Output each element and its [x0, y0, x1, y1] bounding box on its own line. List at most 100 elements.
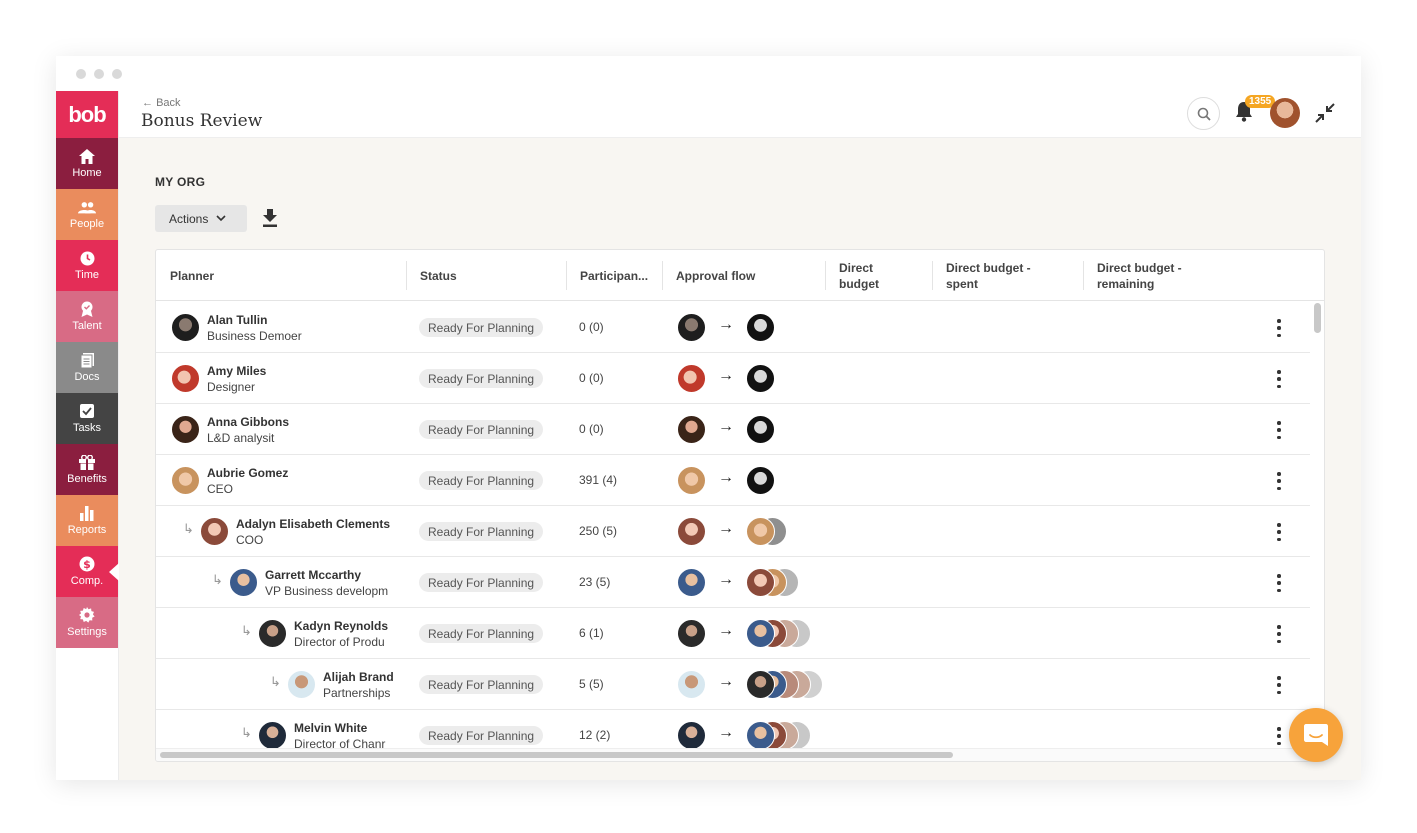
sidebar-item-docs[interactable]: Docs — [56, 342, 118, 393]
sidebar-item-home[interactable]: Home — [56, 138, 118, 189]
chat-icon — [1304, 724, 1328, 746]
page-title: Bonus Review — [141, 111, 263, 131]
sidebar-item-time[interactable]: Time — [56, 240, 118, 291]
avatar — [746, 568, 775, 597]
avatar — [171, 466, 200, 495]
row-menu-icon[interactable] — [1274, 727, 1284, 745]
row-menu-icon[interactable] — [1274, 523, 1284, 541]
participants-count: 391 (4) — [579, 473, 618, 487]
user-avatar[interactable] — [1270, 98, 1300, 128]
planner-name[interactable]: Alan Tullin — [207, 313, 397, 327]
search-button[interactable] — [1187, 97, 1220, 130]
home-icon — [78, 148, 96, 164]
table-row[interactable]: Amy Miles Designer Ready For Planning 0 … — [156, 353, 1310, 404]
avatar — [677, 721, 706, 750]
sidebar-item-label: Time — [74, 269, 100, 281]
download-icon[interactable] — [262, 209, 278, 227]
flow-arrow: → — [718, 673, 734, 690]
sidebar-item-people[interactable]: People — [56, 189, 118, 240]
org-table: Planner Status Participan... Approval fl… — [155, 249, 1325, 762]
row-menu-icon[interactable] — [1274, 319, 1284, 337]
avatar — [746, 670, 775, 699]
row-menu-icon[interactable] — [1274, 625, 1284, 643]
planner-role: Designer — [207, 380, 256, 394]
column-header-budget-spent[interactable]: Direct budget - spent — [946, 250, 1031, 301]
status-badge: Ready For Planning — [419, 522, 544, 541]
chat-button[interactable] — [1289, 708, 1343, 762]
sidebar-item-label: Home — [72, 167, 102, 179]
table-row[interactable]: ↳ Kadyn Reynolds Director of Produ Ready… — [156, 608, 1310, 659]
table-row[interactable]: ↳ Adalyn Elisabeth Clements COO Ready Fo… — [156, 506, 1310, 557]
svg-text:$: $ — [83, 558, 91, 571]
column-divider — [932, 261, 933, 290]
status-badge: Ready For Planning — [419, 318, 544, 337]
sidebar-item-settings[interactable]: Settings — [56, 597, 118, 648]
table-header: Planner Status Participan... Approval fl… — [156, 250, 1324, 301]
participants-count: 5 (5) — [579, 677, 604, 691]
window-dot — [112, 69, 122, 79]
planner-name[interactable]: Amy Miles — [207, 364, 397, 378]
column-header-budget-remaining[interactable]: Direct budget - remaining — [1097, 250, 1182, 301]
flow-arrow: → — [718, 469, 734, 486]
table-row[interactable]: ↳ Alijah Brand Partnerships Ready For Pl… — [156, 659, 1310, 710]
row-menu-icon[interactable] — [1274, 472, 1284, 490]
avatar — [258, 619, 287, 648]
avatar — [677, 466, 706, 495]
participants-count: 0 (0) — [579, 422, 604, 436]
planner-name[interactable]: Adalyn Elisabeth Clements — [236, 517, 396, 531]
sidebar-item-label: Reports — [67, 524, 107, 536]
actions-dropdown[interactable]: Actions — [155, 205, 247, 232]
bob-logo[interactable]: bob — [56, 91, 118, 138]
column-header-status[interactable]: Status — [420, 250, 457, 301]
row-menu-icon[interactable] — [1274, 574, 1284, 592]
planner-name[interactable]: Aubrie Gomez — [207, 466, 397, 480]
sidebar-item-talent[interactable]: Talent — [56, 291, 118, 342]
vertical-scrollbar[interactable] — [1314, 303, 1321, 333]
horizontal-scrollbar[interactable] — [160, 752, 953, 758]
section-title: MY ORG — [155, 175, 206, 189]
avatar — [746, 466, 775, 495]
participants-count: 0 (0) — [579, 371, 604, 385]
column-header-participants[interactable]: Participan... — [580, 250, 648, 301]
child-indent-icon: ↳ — [212, 572, 223, 587]
column-header-direct-budget[interactable]: Direct budget — [839, 250, 879, 301]
sidebar-item-reports[interactable]: Reports — [56, 495, 118, 546]
header-line: Direct budget - — [1097, 260, 1182, 275]
window-titlebar — [56, 56, 1361, 91]
sidebar-item-benefits[interactable]: Benefits — [56, 444, 118, 495]
planner-role: Director of Produ — [294, 635, 385, 649]
planner-role: Business Demoer — [207, 329, 302, 343]
planner-name[interactable]: Melvin White — [294, 721, 394, 735]
arrow-left-icon: ← — [142, 97, 153, 109]
status-badge: Ready For Planning — [419, 369, 544, 388]
avatar — [677, 619, 706, 648]
back-link[interactable]: ← Back — [142, 97, 181, 109]
avatar — [677, 364, 706, 393]
avatar — [287, 670, 316, 699]
sidebar-item-label: Comp. — [70, 575, 104, 587]
search-icon — [1197, 107, 1211, 121]
collapse-icon[interactable] — [1315, 103, 1335, 123]
gear-icon — [78, 607, 96, 623]
sidebar-item-tasks[interactable]: Tasks — [56, 393, 118, 444]
column-header-approval-flow[interactable]: Approval flow — [676, 250, 755, 301]
table-row[interactable]: Aubrie Gomez CEO Ready For Planning 391 … — [156, 455, 1310, 506]
planner-name[interactable]: Kadyn Reynolds — [294, 619, 394, 633]
participants-count: 12 (2) — [579, 728, 611, 742]
main-content: MY ORG Actions Planner Status Participan… — [119, 138, 1361, 780]
gift-icon — [78, 454, 96, 470]
sidebar-item-comp[interactable]: $ Comp. — [56, 546, 119, 597]
sidebar-item-label: Benefits — [67, 473, 107, 485]
planner-name[interactable]: Alijah Brand — [323, 670, 393, 684]
column-header-planner[interactable]: Planner — [170, 250, 214, 301]
table-row[interactable]: Anna Gibbons L&D analysit Ready For Plan… — [156, 404, 1310, 455]
row-menu-icon[interactable] — [1274, 676, 1284, 694]
table-row[interactable]: ↳ Garrett Mccarthy VP Business developm … — [156, 557, 1310, 608]
planner-name[interactable]: Anna Gibbons — [207, 415, 397, 429]
status-badge: Ready For Planning — [419, 420, 544, 439]
planner-name[interactable]: Garrett Mccarthy — [265, 568, 393, 582]
planner-role: VP Business developm — [265, 584, 389, 598]
table-row[interactable]: Alan Tullin Business Demoer Ready For Pl… — [156, 302, 1310, 353]
row-menu-icon[interactable] — [1274, 421, 1284, 439]
row-menu-icon[interactable] — [1274, 370, 1284, 388]
